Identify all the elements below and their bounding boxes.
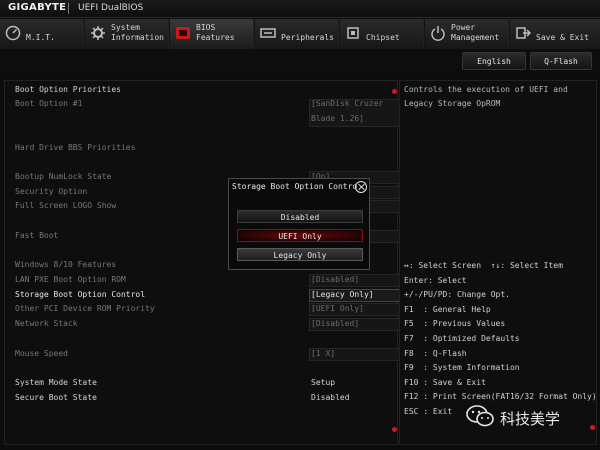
boot-option-1-value-line2: Blade 1.26] (311, 114, 364, 123)
mouse-speed-row[interactable]: Mouse Speed [1 X] (15, 347, 401, 361)
key-help-enter: Enter: Select (404, 276, 467, 285)
tab-peripherals[interactable]: Peripherals (255, 19, 339, 49)
wechat-logo-icon (466, 405, 494, 427)
qflash-button[interactable]: Q-Flash (530, 52, 592, 70)
top-bar: GIGABYTE UEFI DualBIOS (0, 0, 600, 18)
fast-boot-label: Fast Boot (15, 231, 59, 240)
tab-peripherals-label: Peripherals (281, 33, 334, 42)
chipset-icon (347, 27, 359, 39)
secure-boot-row: Secure Boot State Disabled (15, 391, 395, 405)
boot-option-priorities-row: Boot Option Priorities (15, 83, 395, 97)
lan-pxe-value: [Disabled] (311, 275, 360, 284)
brand-logo: GIGABYTE (8, 2, 67, 13)
popup-option-uefi-only[interactable]: UEFI Only (237, 229, 363, 242)
system-mode-value: Setup (311, 378, 336, 387)
popup-option-disabled[interactable]: Disabled (237, 210, 363, 223)
key-help-navigate: ↔: Select Screen ↑↓: Select Item (404, 261, 563, 270)
boot-option-priorities-heading: Boot Option Priorities (15, 85, 121, 94)
tab-chipset-label: Chipset (366, 33, 400, 42)
tab-mit-label: M.I.T. (26, 33, 55, 42)
tab-mit[interactable]: M.I.T. (0, 19, 84, 49)
popup-option-legacy-only[interactable]: Legacy Only (237, 248, 363, 261)
key-help-change: +/-/PU/PD: Change Opt. (404, 290, 510, 299)
key-help-f1: F1 : General Help (404, 305, 491, 314)
sub-bar: English Q-Flash (0, 49, 600, 73)
power-icon (431, 26, 445, 41)
key-help-f5: F5 : Previous Values (404, 319, 506, 328)
tab-save-exit-label: Save & Exit (536, 33, 589, 42)
help-description-line1: Controls the execution of UEFI and (404, 85, 568, 94)
tab-bios-features[interactable]: BIOS Features (170, 19, 254, 49)
peripherals-icon (260, 28, 276, 38)
storage-boot-option-popup: Storage Boot Option Contro Disabled UEFI… (228, 178, 370, 270)
lan-pxe-label: LAN PXE Boot Option ROM (15, 275, 126, 284)
lan-pxe-row[interactable]: LAN PXE Boot Option ROM [Disabled] (15, 273, 401, 287)
hdd-bbs-priorities-label: Hard Drive BBS Priorities (15, 143, 136, 152)
other-pci-row[interactable]: Other PCI Device ROM Priority [UEFI Only… (15, 302, 401, 316)
tab-save-exit[interactable]: Save & Exit (510, 19, 600, 49)
mouse-speed-label: Mouse Speed (15, 349, 68, 358)
mouse-speed-value: [1 X] (311, 349, 336, 358)
watermark: 科技美学 (466, 400, 598, 434)
key-help-f8: F8 : Q-Flash (404, 349, 467, 358)
network-stack-value: [Disabled] (311, 319, 360, 328)
tab-system-information[interactable]: System Information (85, 19, 169, 49)
other-pci-label: Other PCI Device ROM Priority (15, 304, 155, 313)
mit-gauge-icon (5, 25, 21, 41)
bios-title: UEFI DualBIOS (78, 3, 144, 13)
system-info-icon (91, 26, 105, 40)
scroll-down-indicator[interactable] (392, 427, 397, 432)
storage-boot-option-row[interactable]: Storage Boot Option Control [Legacy Only… (15, 288, 401, 302)
storage-boot-option-value: [Legacy Only] (311, 290, 374, 299)
brand-divider (68, 3, 69, 14)
tab-power-management-label: Power Management (451, 23, 500, 42)
hdd-bbs-priorities-row[interactable]: Hard Drive BBS Priorities (15, 141, 395, 155)
key-help-f9: F9 : System Information (404, 363, 520, 372)
system-mode-label: System Mode State (15, 378, 97, 387)
close-icon[interactable] (355, 181, 367, 193)
tab-power-management[interactable]: Power Management (425, 19, 509, 49)
secure-boot-label: Secure Boot State (15, 393, 97, 402)
other-pci-value: [UEFI Only] (311, 304, 364, 313)
storage-boot-option-label: Storage Boot Option Control (15, 290, 146, 299)
boot-option-1-value-line1: [SanDisk Cruzer (311, 99, 384, 108)
help-description-line2: Legacy Storage OpROM (404, 99, 501, 108)
system-mode-row: System Mode State Setup (15, 376, 395, 390)
help-panel: Controls the execution of UEFI and Legac… (399, 80, 597, 445)
secure-boot-value: Disabled (311, 393, 350, 402)
key-help-f7: F7 : Optimized Defaults (404, 334, 520, 343)
boot-option-1-label: Boot Option #1 (15, 99, 83, 108)
bootup-numlock-label: Bootup NumLock State (15, 172, 112, 181)
save-exit-icon (516, 27, 531, 39)
network-stack-row[interactable]: Network Stack [Disabled] (15, 317, 401, 331)
bios-features-icon (176, 27, 190, 39)
tab-bios-features-label: BIOS Features (196, 23, 235, 42)
watermark-text: 科技美学 (500, 410, 561, 428)
popup-title: Storage Boot Option Contro (232, 182, 358, 191)
boot-option-1-row[interactable]: Boot Option #1 [SanDisk Cruzer Blade 1.2… (15, 97, 401, 127)
tab-chipset[interactable]: Chipset (340, 19, 424, 49)
key-help-f10: F10 : Save & Exit (404, 378, 486, 387)
windows-features-label: Windows 8/10 Features (15, 260, 117, 269)
main-tab-bar: M.I.T. System Information BIOS Features … (0, 19, 600, 49)
full-screen-logo-label: Full Screen LOGO Show (15, 201, 117, 210)
language-button[interactable]: English (462, 52, 526, 70)
security-option-label: Security Option (15, 187, 88, 196)
tab-system-information-label: System Information (111, 23, 164, 42)
network-stack-label: Network Stack (15, 319, 78, 328)
